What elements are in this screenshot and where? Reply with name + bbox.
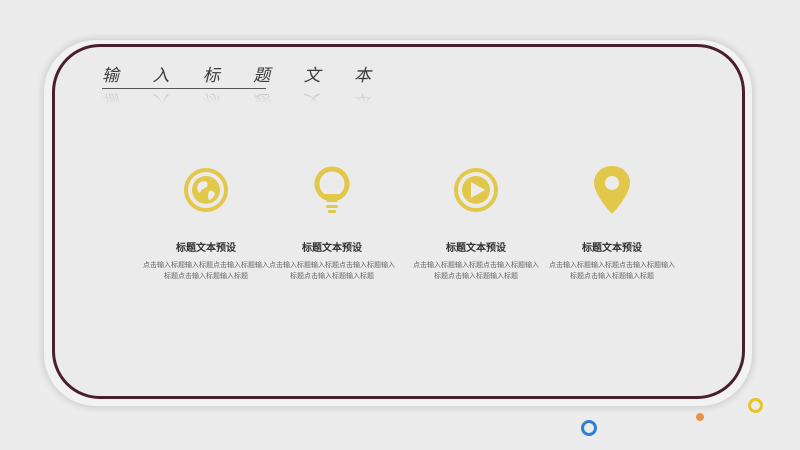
blue-ring-decoration bbox=[581, 420, 597, 436]
play-icon bbox=[454, 168, 498, 212]
feature-3: 标题文本预设 点击输入标题输入标题点击输入标题输入标题点击输入标题输入标题 bbox=[406, 164, 546, 282]
feature-2: 标题文本预设 点击输入标题输入标题点击输入标题输入标题点击输入标题输入标题 bbox=[262, 164, 402, 282]
feature-4: 标题文本预设 点击输入标题输入标题点击输入标题输入标题点击输入标题输入标题 bbox=[542, 164, 682, 282]
feature-description[interactable]: 点击输入标题输入标题点击输入标题输入标题点击输入标题输入标题 bbox=[542, 260, 682, 282]
feature-description[interactable]: 点击输入标题输入标题点击输入标题输入标题点击输入标题输入标题 bbox=[136, 260, 276, 282]
feature-title[interactable]: 标题文本预设 bbox=[406, 242, 546, 256]
feature-title[interactable]: 标题文本预设 bbox=[136, 242, 276, 256]
feature-title[interactable]: 标题文本预设 bbox=[262, 242, 402, 256]
feature-description[interactable]: 点击输入标题输入标题点击输入标题输入标题点击输入标题输入标题 bbox=[262, 260, 402, 282]
slide-title[interactable]: 输 入 标 题 文 本 bbox=[102, 66, 385, 86]
feature-title[interactable]: 标题文本预设 bbox=[542, 242, 682, 256]
location-pin-icon bbox=[594, 166, 630, 214]
lightbulb-icon bbox=[314, 166, 350, 213]
title-reflection: 输 入 标 题 文 本 bbox=[102, 90, 386, 110]
title-block: 输 入 标 题 文 本 输 入 标 题 文 本 bbox=[102, 66, 385, 110]
feature-description[interactable]: 点击输入标题输入标题点击输入标题输入标题点击输入标题输入标题 bbox=[406, 260, 546, 282]
feature-1: 标题文本预设 点击输入标题输入标题点击输入标题输入标题点击输入标题输入标题 bbox=[136, 164, 276, 282]
yellow-ring-decoration bbox=[748, 398, 763, 413]
orange-dot-decoration bbox=[696, 413, 704, 421]
globe-icon bbox=[184, 168, 228, 212]
title-underline bbox=[102, 88, 266, 89]
